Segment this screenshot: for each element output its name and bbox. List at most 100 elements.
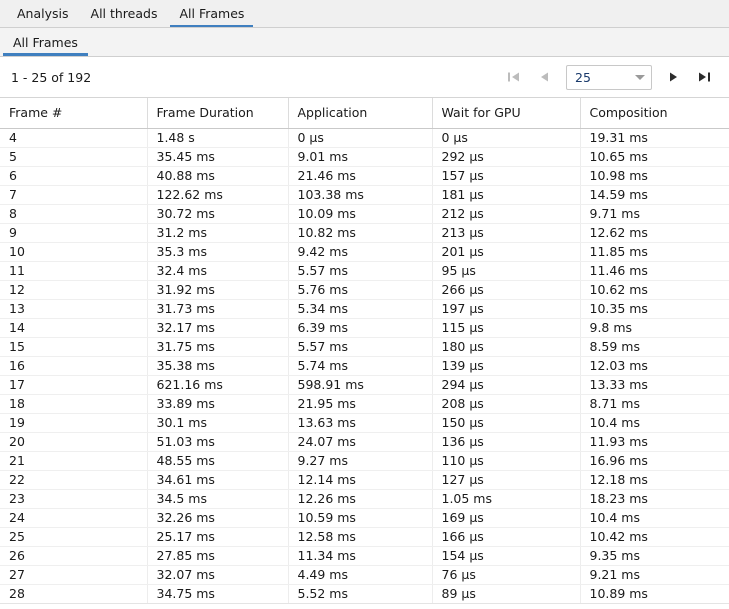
table-cell: 11.46 ms xyxy=(580,261,729,280)
frames-table-scroll-area[interactable]: Frame #Frame DurationApplicationWait for… xyxy=(0,98,729,609)
table-cell: 180 µs xyxy=(432,337,580,356)
table-cell: 7 xyxy=(0,185,147,204)
table-cell: 5.57 ms xyxy=(288,337,432,356)
table-cell: 266 µs xyxy=(432,280,580,299)
table-cell: 10.98 ms xyxy=(580,166,729,185)
table-cell: 35.38 ms xyxy=(147,356,288,375)
table-cell: 12.14 ms xyxy=(288,470,432,489)
table-row[interactable]: 2148.55 ms9.27 ms110 µs16.96 ms xyxy=(0,451,729,470)
table-cell: 12.58 ms xyxy=(288,527,432,546)
table-cell: 5.34 ms xyxy=(288,299,432,318)
table-cell: 26 xyxy=(0,546,147,565)
table-cell: 40.88 ms xyxy=(147,166,288,185)
table-row[interactable]: 2525.17 ms12.58 ms166 µs10.42 ms xyxy=(0,527,729,546)
table-row[interactable]: 7122.62 ms103.38 ms181 µs14.59 ms xyxy=(0,185,729,204)
main-tab-analysis[interactable]: Analysis xyxy=(6,0,80,27)
table-cell: 32.17 ms xyxy=(147,318,288,337)
table-cell: 5 xyxy=(0,147,147,166)
table-cell: 154 µs xyxy=(432,546,580,565)
table-cell: 166 µs xyxy=(432,527,580,546)
table-row[interactable]: 2732.07 ms4.49 ms76 µs9.21 ms xyxy=(0,565,729,584)
table-cell: 17 xyxy=(0,375,147,394)
next-page-button[interactable] xyxy=(659,64,689,90)
table-cell: 31.75 ms xyxy=(147,337,288,356)
table-row[interactable]: 1930.1 ms13.63 ms150 µs10.4 ms xyxy=(0,413,729,432)
table-row[interactable]: 2334.5 ms12.26 ms1.05 ms18.23 ms xyxy=(0,489,729,508)
table-cell: 6 xyxy=(0,166,147,185)
table-cell: 32.4 ms xyxy=(147,261,288,280)
table-row[interactable]: 1432.17 ms6.39 ms115 µs9.8 ms xyxy=(0,318,729,337)
table-row[interactable]: 2051.03 ms24.07 ms136 µs11.93 ms xyxy=(0,432,729,451)
table-row[interactable]: 640.88 ms21.46 ms157 µs10.98 ms xyxy=(0,166,729,185)
table-cell: 0 µs xyxy=(288,128,432,147)
table-cell: 18.23 ms xyxy=(580,489,729,508)
table-cell: 28 xyxy=(0,584,147,603)
column-header-frame-duration[interactable]: Frame Duration xyxy=(147,98,288,128)
previous-page-button[interactable] xyxy=(529,64,559,90)
table-cell: 8.59 ms xyxy=(580,337,729,356)
table-cell: 12 xyxy=(0,280,147,299)
first-page-icon xyxy=(507,71,521,83)
table-cell: 11 xyxy=(0,261,147,280)
table-row[interactable]: 41.48 s0 µs0 µs19.31 ms xyxy=(0,128,729,147)
table-cell: 169 µs xyxy=(432,508,580,527)
table-cell: 32.26 ms xyxy=(147,508,288,527)
table-cell: 14.59 ms xyxy=(580,185,729,204)
table-cell: 6.39 ms xyxy=(288,318,432,337)
table-row[interactable]: 17621.16 ms598.91 ms294 µs13.33 ms xyxy=(0,375,729,394)
table-cell: 5.52 ms xyxy=(288,584,432,603)
table-cell: 27.85 ms xyxy=(147,546,288,565)
column-header-frame[interactable]: Frame # xyxy=(0,98,147,128)
table-header: Frame #Frame DurationApplicationWait for… xyxy=(0,98,729,128)
table-row[interactable]: 830.72 ms10.09 ms212 µs9.71 ms xyxy=(0,204,729,223)
table-cell: 10.62 ms xyxy=(580,280,729,299)
table-cell: 9 xyxy=(0,223,147,242)
table-cell: 13.33 ms xyxy=(580,375,729,394)
table-cell: 35.3 ms xyxy=(147,242,288,261)
next-page-icon xyxy=(667,71,681,83)
table-cell: 11.85 ms xyxy=(580,242,729,261)
column-header-composition[interactable]: Composition xyxy=(580,98,729,128)
table-row[interactable]: 1331.73 ms5.34 ms197 µs10.35 ms xyxy=(0,299,729,318)
main-tab-bar: AnalysisAll threadsAll Frames xyxy=(0,0,729,28)
column-header-wait-for-gpu[interactable]: Wait for GPU xyxy=(432,98,580,128)
pagination-controls: 25 xyxy=(499,64,719,90)
main-tab-all-frames[interactable]: All Frames xyxy=(168,0,255,27)
table-cell: 150 µs xyxy=(432,413,580,432)
table-cell: 16 xyxy=(0,356,147,375)
table-row[interactable]: 1132.4 ms5.57 ms95 µs11.46 ms xyxy=(0,261,729,280)
table-cell: 157 µs xyxy=(432,166,580,185)
table-row[interactable]: 931.2 ms10.82 ms213 µs12.62 ms xyxy=(0,223,729,242)
column-header-application[interactable]: Application xyxy=(288,98,432,128)
table-row[interactable]: 2234.61 ms12.14 ms127 µs12.18 ms xyxy=(0,470,729,489)
table-cell: 181 µs xyxy=(432,185,580,204)
table-row[interactable]: 1635.38 ms5.74 ms139 µs12.03 ms xyxy=(0,356,729,375)
first-page-button[interactable] xyxy=(499,64,529,90)
page-size-select[interactable]: 25 xyxy=(566,65,652,90)
table-cell: 30.1 ms xyxy=(147,413,288,432)
table-cell: 1.48 s xyxy=(147,128,288,147)
table-cell: 27 xyxy=(0,565,147,584)
table-row[interactable]: 1035.3 ms9.42 ms201 µs11.85 ms xyxy=(0,242,729,261)
table-row[interactable]: 1833.89 ms21.95 ms208 µs8.71 ms xyxy=(0,394,729,413)
table-cell: 621.16 ms xyxy=(147,375,288,394)
table-row[interactable]: 2834.75 ms5.52 ms89 µs10.89 ms xyxy=(0,584,729,603)
table-cell: 9.8 ms xyxy=(580,318,729,337)
table-cell: 4.49 ms xyxy=(288,565,432,584)
table-row[interactable]: 1231.92 ms5.76 ms266 µs10.62 ms xyxy=(0,280,729,299)
sub-tab-all-frames[interactable]: All Frames xyxy=(3,28,88,56)
table-row[interactable]: 1531.75 ms5.57 ms180 µs8.59 ms xyxy=(0,337,729,356)
table-row[interactable]: 2432.26 ms10.59 ms169 µs10.4 ms xyxy=(0,508,729,527)
table-row[interactable]: 535.45 ms9.01 ms292 µs10.65 ms xyxy=(0,147,729,166)
table-row[interactable]: 2627.85 ms11.34 ms154 µs9.35 ms xyxy=(0,546,729,565)
table-cell: 9.27 ms xyxy=(288,451,432,470)
table-cell: 136 µs xyxy=(432,432,580,451)
table-cell: 18 xyxy=(0,394,147,413)
table-body: 41.48 s0 µs0 µs19.31 ms535.45 ms9.01 ms2… xyxy=(0,128,729,603)
table-cell: 34.75 ms xyxy=(147,584,288,603)
table-cell: 21.46 ms xyxy=(288,166,432,185)
table-cell: 9.42 ms xyxy=(288,242,432,261)
main-tab-all-threads[interactable]: All threads xyxy=(80,0,169,27)
last-page-button[interactable] xyxy=(689,64,719,90)
chevron-down-icon xyxy=(635,75,645,80)
